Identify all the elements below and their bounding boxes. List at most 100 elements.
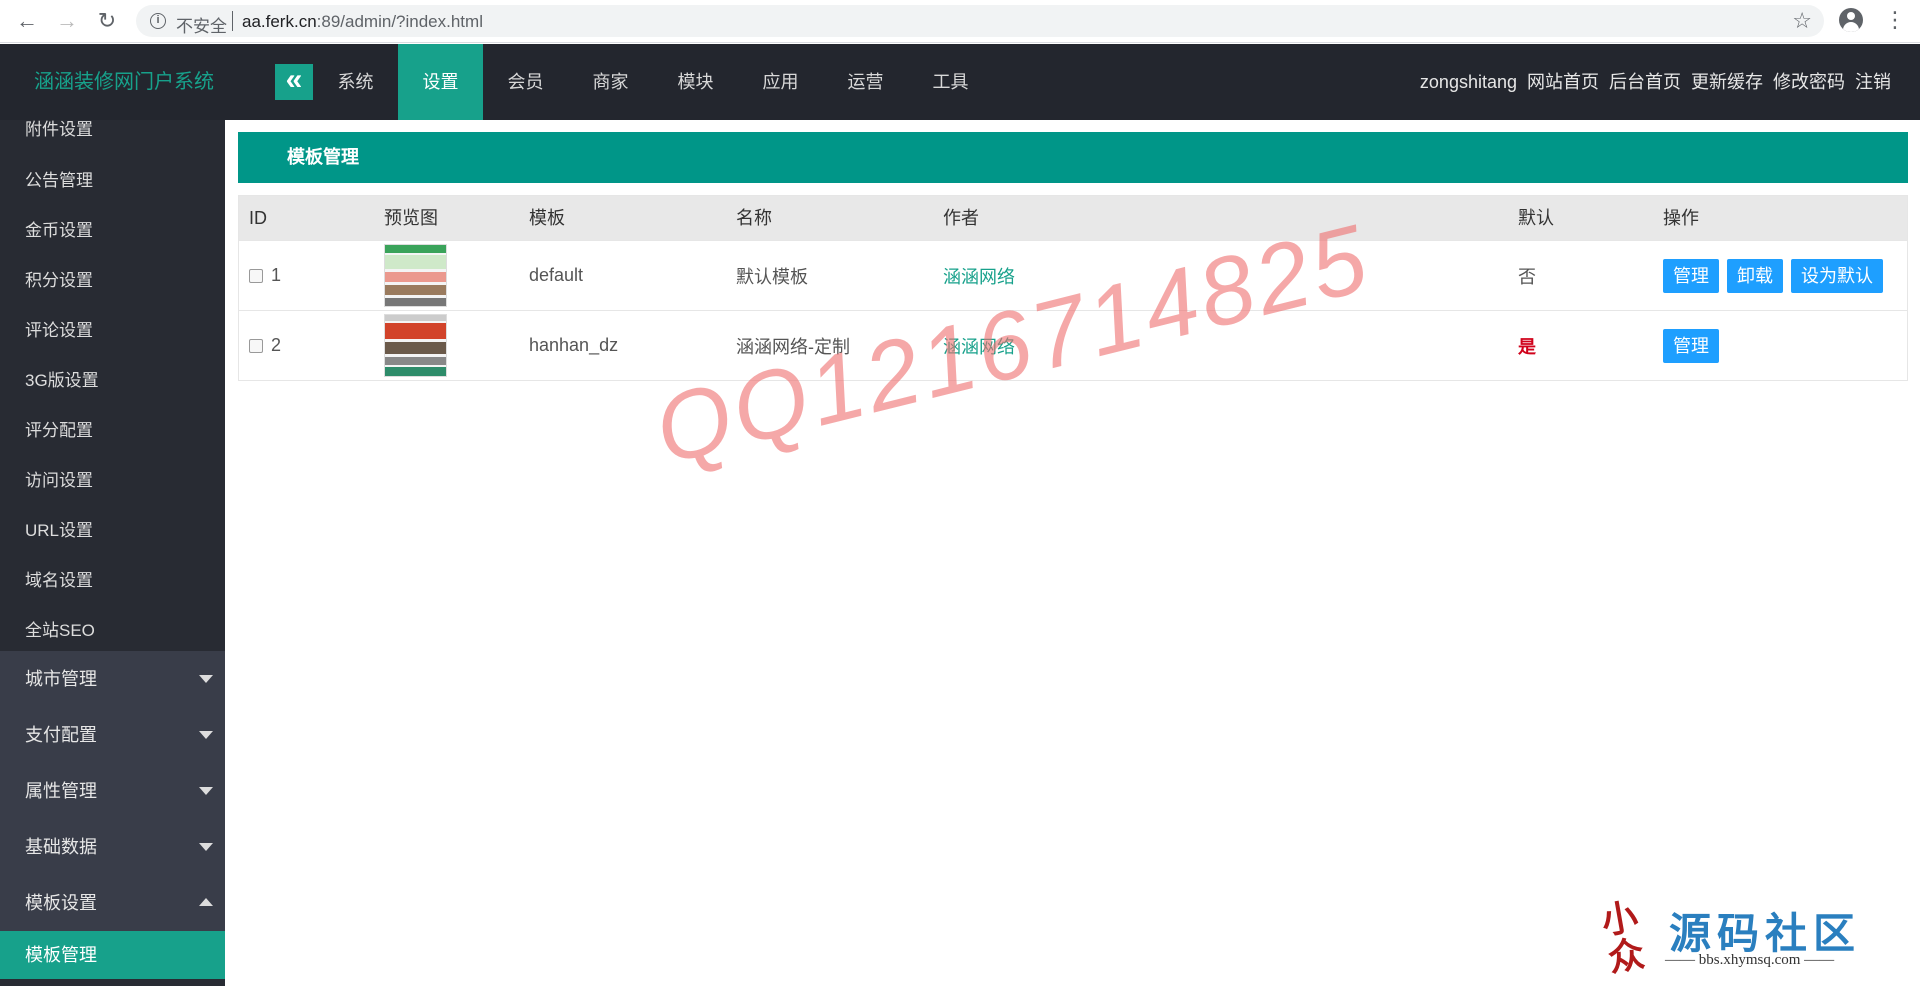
sidebar-item-rating[interactable]: 评分配置 bbox=[0, 411, 225, 461]
row-id-cell: 2 bbox=[239, 335, 384, 356]
logo-url: —— bbs.xhymsq.com —— bbox=[1665, 952, 1835, 968]
nav-item-apps[interactable]: 应用 bbox=[738, 44, 823, 120]
column-header-author: 作者 bbox=[943, 208, 979, 228]
site-home-link[interactable]: 网站首页 bbox=[1527, 44, 1599, 120]
row-template: hanhan_dz bbox=[529, 335, 619, 355]
column-header-default: 默认 bbox=[1518, 208, 1554, 228]
nav-item-modules[interactable]: 模块 bbox=[653, 44, 738, 120]
column-header-id: ID bbox=[249, 208, 267, 228]
sidebar-group-label: 基础数据 bbox=[25, 837, 97, 857]
sidebar-group-basic-data[interactable]: 基础数据 bbox=[0, 819, 225, 875]
collapse-sidebar-icon[interactable]: « bbox=[275, 64, 313, 100]
sidebar-item-template-manage[interactable]: 模板管理 bbox=[0, 931, 225, 979]
nav-item-tools[interactable]: 工具 bbox=[908, 44, 993, 120]
sidebar-group-label: 模板设置 bbox=[25, 893, 97, 913]
nav-item-operations[interactable]: 运营 bbox=[823, 44, 908, 120]
row-id: 1 bbox=[271, 265, 282, 285]
sidebar: 附件设置 公告管理 金币设置 积分设置 评论设置 3G版设置 评分配置 访问设置… bbox=[0, 120, 225, 986]
admin-home-link[interactable]: 后台首页 bbox=[1609, 44, 1681, 120]
sidebar-item-access[interactable]: 访问设置 bbox=[0, 461, 225, 511]
row-default: 是 bbox=[1518, 336, 1536, 357]
change-password-link[interactable]: 修改密码 bbox=[1773, 44, 1845, 120]
logo-mark: 小众 bbox=[1598, 895, 1648, 980]
browser-toolbar: ← → ↻ i 不安全 aa.ferk.cn:89/admin/?index.h… bbox=[0, 0, 1920, 43]
site-logo: 小众 源码社区 —— bbs.xhymsq.com —— bbox=[1598, 895, 1885, 979]
manage-button[interactable]: 管理 bbox=[1663, 258, 1719, 293]
sidebar-group-city[interactable]: 城市管理 bbox=[0, 651, 225, 707]
table-header: ID 预览图 模板 名称 作者 默认 操作 bbox=[239, 196, 1907, 240]
caret-up-icon bbox=[199, 898, 213, 906]
sidebar-item-comments[interactable]: 评论设置 bbox=[0, 311, 225, 361]
menu-kebab-icon[interactable]: ⋮ bbox=[1884, 9, 1906, 31]
row-default-cell: 是 bbox=[1518, 333, 1663, 359]
row-preview-cell bbox=[384, 314, 529, 377]
app-header: 涵涵装修网门户系统 « 系统 设置 会员 商家 模块 应用 运营 工具 zong… bbox=[0, 44, 1920, 120]
sidebar-group-label: 属性管理 bbox=[25, 781, 97, 801]
sidebar-item-attachment[interactable]: 附件设置 bbox=[0, 120, 225, 161]
manage-button[interactable]: 管理 bbox=[1663, 328, 1719, 363]
forward-arrow-icon[interactable]: → bbox=[54, 8, 80, 34]
nav-item-members[interactable]: 会员 bbox=[483, 44, 568, 120]
address-bar[interactable]: i 不安全 aa.ferk.cn:89/admin/?index.html ☆ bbox=[136, 5, 1824, 37]
sidebar-item-domain[interactable]: 域名设置 bbox=[0, 561, 225, 611]
nav-item-merchants[interactable]: 商家 bbox=[568, 44, 653, 120]
sidebar-group-label: 支付配置 bbox=[25, 725, 97, 745]
profile-avatar-icon[interactable] bbox=[1839, 8, 1863, 32]
sidebar-item-url[interactable]: URL设置 bbox=[0, 511, 225, 561]
sidebar-item-points[interactable]: 积分设置 bbox=[0, 261, 225, 311]
caret-down-icon bbox=[199, 787, 213, 795]
nav-item-system[interactable]: 系统 bbox=[313, 44, 398, 120]
row-name: 默认模板 bbox=[736, 266, 808, 287]
column-header-template: 模板 bbox=[529, 208, 565, 228]
sidebar-group-label: 城市管理 bbox=[25, 669, 97, 689]
row-id: 2 bbox=[271, 335, 282, 355]
template-preview-image[interactable] bbox=[384, 244, 447, 307]
sidebar-item-coins[interactable]: 金币设置 bbox=[0, 211, 225, 261]
column-header-name: 名称 bbox=[736, 208, 772, 228]
uninstall-button[interactable]: 卸载 bbox=[1727, 258, 1783, 293]
insecure-label: 不安全 bbox=[176, 17, 227, 36]
refresh-cache-link[interactable]: 更新缓存 bbox=[1691, 44, 1763, 120]
bookmark-star-icon[interactable]: ☆ bbox=[1792, 8, 1812, 34]
address-separator bbox=[232, 11, 233, 31]
row-name: 涵涵网络-定制 bbox=[736, 336, 850, 357]
row-checkbox[interactable] bbox=[249, 268, 263, 283]
url-path: :89/admin/?index.html bbox=[316, 12, 483, 31]
sidebar-item-seo[interactable]: 全站SEO bbox=[0, 611, 225, 651]
reload-icon[interactable]: ↻ bbox=[94, 8, 120, 34]
row-template: default bbox=[529, 265, 584, 285]
caret-down-icon bbox=[199, 843, 213, 851]
top-navigation: 系统 设置 会员 商家 模块 应用 运营 工具 bbox=[313, 44, 993, 120]
table-row: 1 default 默认模板 涵涵网络 否 管理 卸载 设为默认 bbox=[239, 240, 1907, 310]
url-text[interactable]: aa.ferk.cn:89/admin/?index.html bbox=[242, 12, 483, 32]
nav-item-settings[interactable]: 设置 bbox=[398, 44, 483, 120]
sidebar-item-mobile[interactable]: 3G版设置 bbox=[0, 361, 225, 411]
back-arrow-icon[interactable]: ← bbox=[14, 8, 40, 34]
caret-down-icon bbox=[199, 731, 213, 739]
set-default-button[interactable]: 设为默认 bbox=[1791, 258, 1883, 293]
username-link[interactable]: zongshitang bbox=[1420, 44, 1517, 120]
table-row: 2 hanhan_dz 涵涵网络-定制 涵涵网络 是 管理 bbox=[239, 310, 1907, 380]
row-author-link[interactable]: 涵涵网络 bbox=[943, 267, 1015, 287]
user-links: zongshitang 网站首页 后台首页 更新缓存 修改密码 注销 bbox=[1420, 44, 1891, 120]
row-preview-cell bbox=[384, 244, 529, 307]
brand-title[interactable]: 涵涵装修网门户系统 bbox=[34, 44, 214, 120]
row-author-link[interactable]: 涵涵网络 bbox=[943, 337, 1015, 357]
logout-link[interactable]: 注销 bbox=[1855, 44, 1891, 120]
row-author-cell: 涵涵网络 bbox=[943, 263, 1518, 289]
row-actions: 管理 bbox=[1663, 328, 1907, 363]
sidebar-item-notice[interactable]: 公告管理 bbox=[0, 161, 225, 211]
sidebar-group-attributes[interactable]: 属性管理 bbox=[0, 763, 225, 819]
column-header-actions: 操作 bbox=[1663, 208, 1699, 228]
row-actions: 管理 卸载 设为默认 bbox=[1663, 258, 1907, 293]
row-default: 否 bbox=[1518, 266, 1536, 287]
row-id-cell: 1 bbox=[239, 265, 384, 286]
row-checkbox[interactable] bbox=[249, 338, 263, 353]
page-title: 模板管理 bbox=[238, 132, 1908, 183]
info-icon[interactable]: i bbox=[150, 13, 166, 29]
sidebar-group-payment[interactable]: 支付配置 bbox=[0, 707, 225, 763]
sidebar-group-template[interactable]: 模板设置 bbox=[0, 875, 225, 931]
template-table: ID 预览图 模板 名称 作者 默认 操作 1 default 默认模板 涵涵网… bbox=[238, 195, 1908, 381]
template-preview-image[interactable] bbox=[384, 314, 447, 377]
url-host: aa.ferk.cn bbox=[242, 12, 317, 31]
